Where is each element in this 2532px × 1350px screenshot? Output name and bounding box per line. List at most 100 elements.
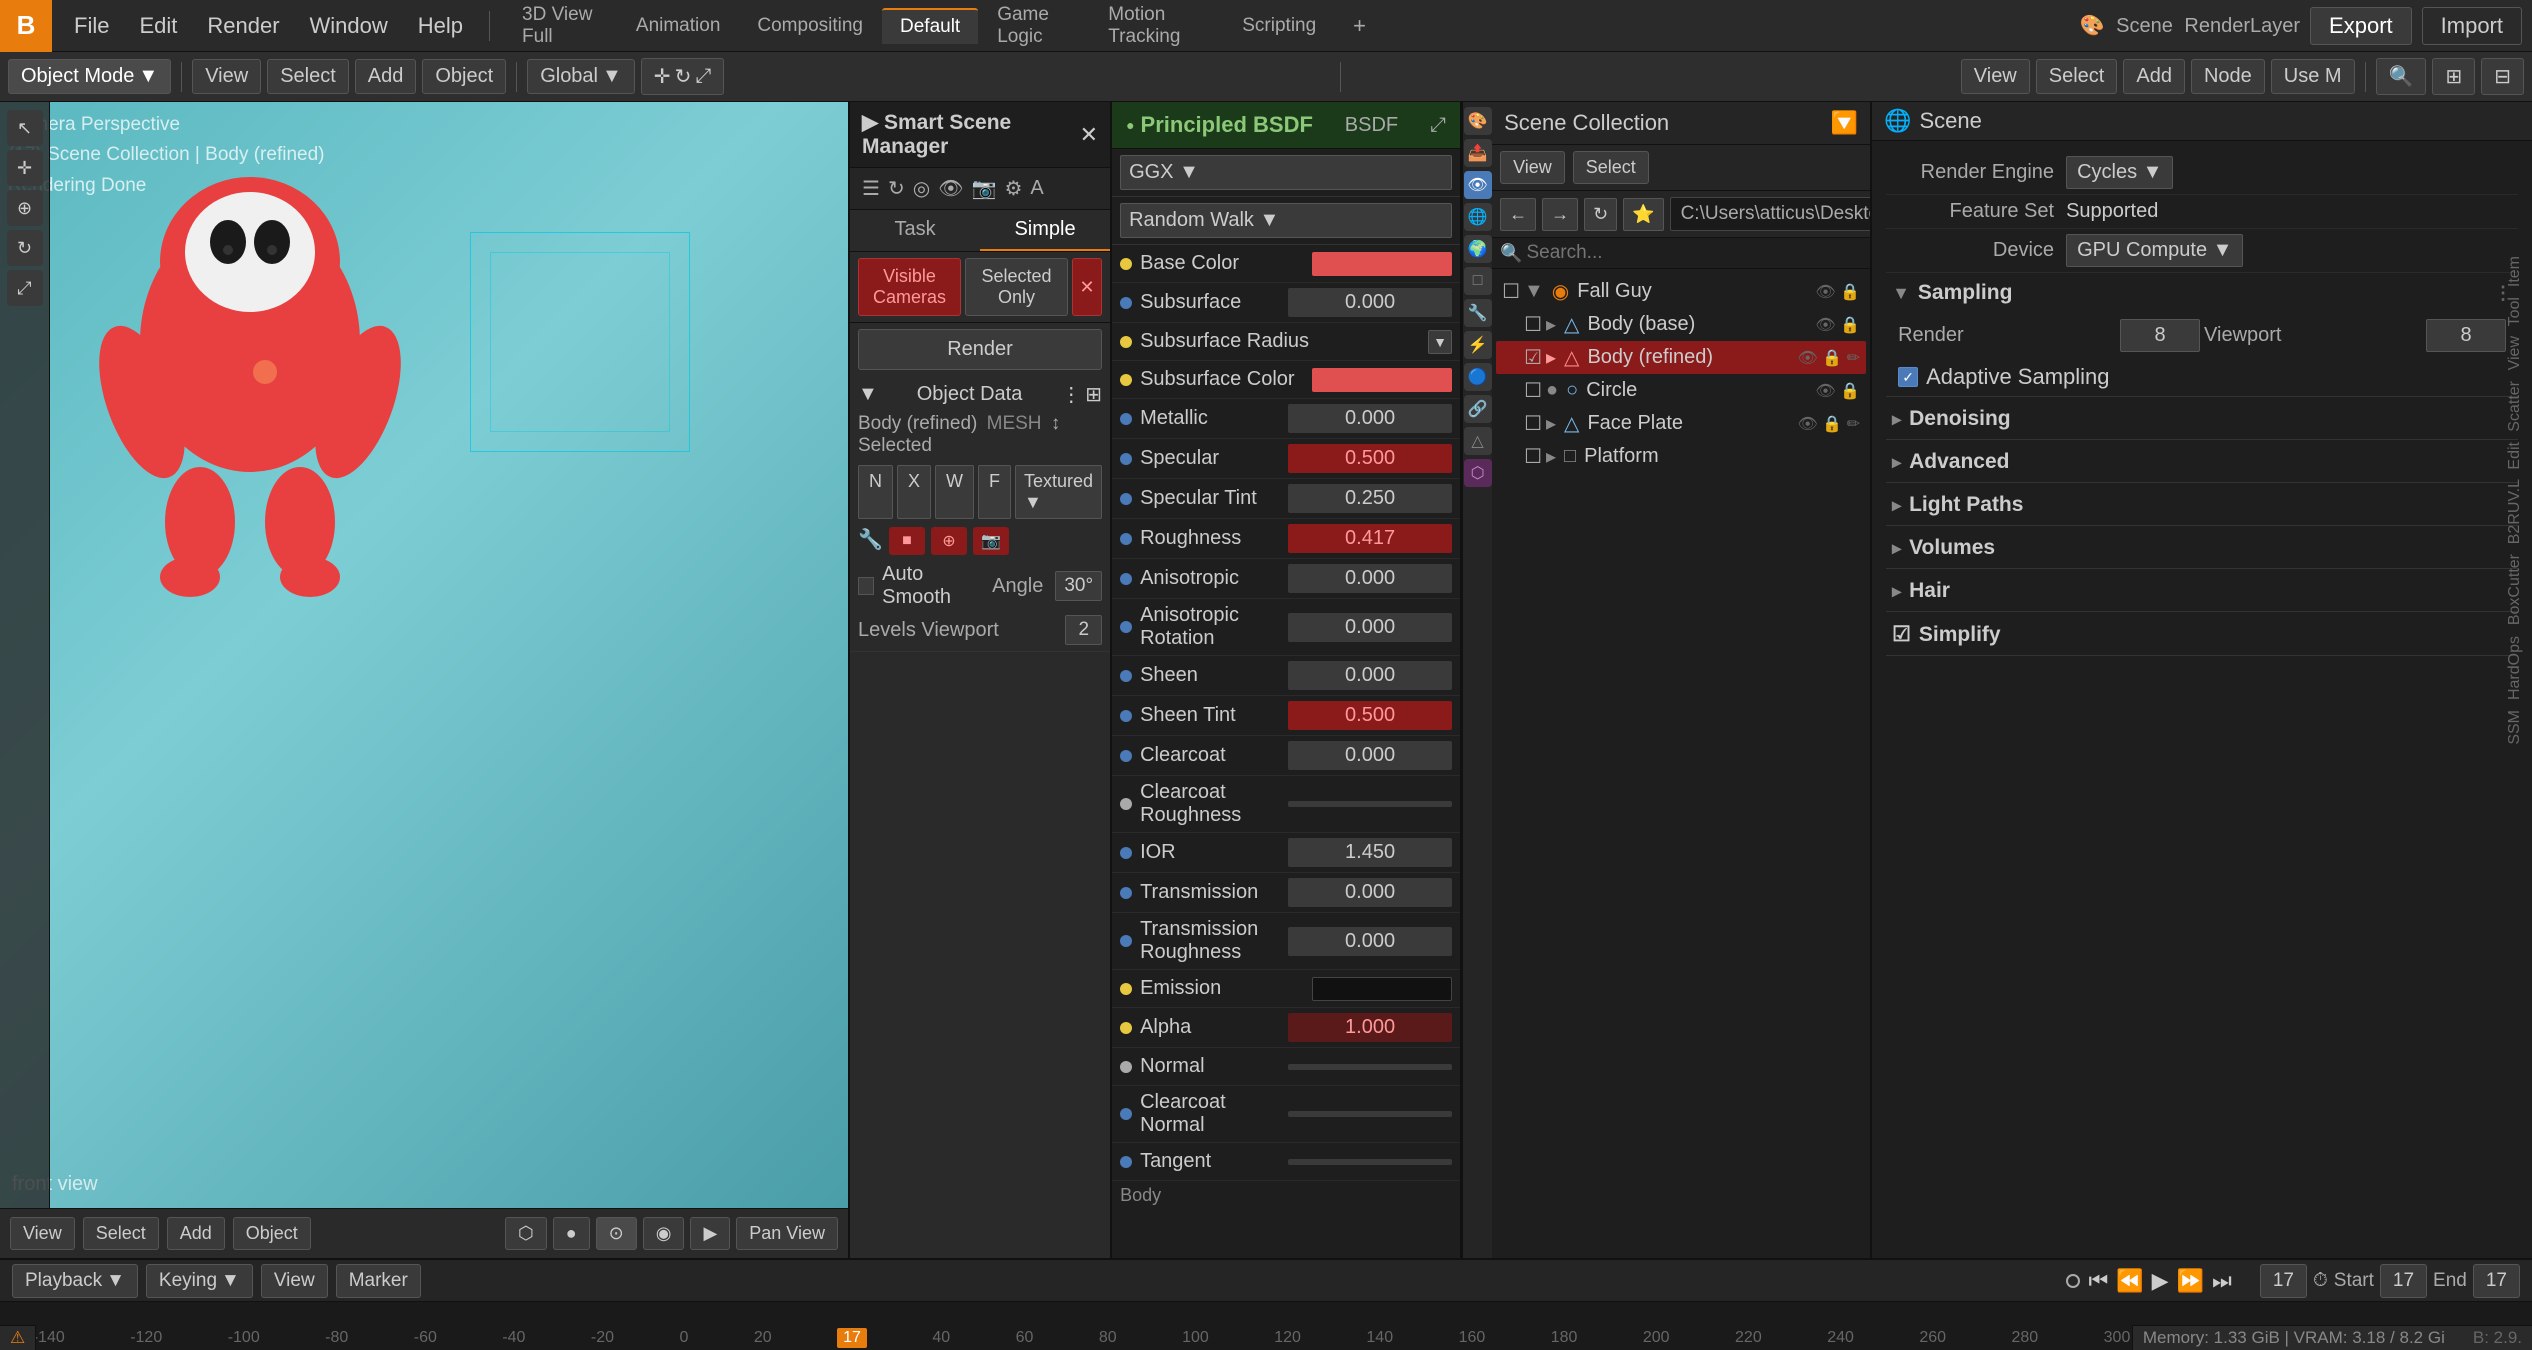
object-mode-btn[interactable]: Object Mode ▼: [8, 59, 171, 94]
topbar-render-icon[interactable]: 🎨: [2080, 15, 2105, 37]
tool-rotate[interactable]: ↻: [7, 230, 43, 266]
ssm-settings-icon[interactable]: ⚙: [1004, 176, 1022, 201]
view-btn[interactable]: View: [192, 59, 261, 94]
ws-scripting[interactable]: Scripting: [1224, 9, 1334, 43]
viewport-shading-render[interactable]: ◉: [643, 1217, 685, 1250]
lightpaths-header[interactable]: ▸ Light Paths: [1886, 485, 2518, 525]
prev-frame-btn[interactable]: ⏪: [2116, 1268, 2143, 1294]
keying-btn[interactable]: Keying ▼: [146, 1264, 253, 1298]
speculartint-value[interactable]: 0.250: [1288, 484, 1452, 513]
ws-plus[interactable]: +: [1335, 7, 1384, 45]
start-frame-field[interactable]: 17: [2380, 1264, 2427, 1298]
mesh-btn-n[interactable]: N: [858, 465, 893, 519]
viewport-render-btn[interactable]: ▶: [690, 1217, 730, 1250]
timeline-track[interactable]: -140 -120 -100 -80 -60 -40 -20 0 20 17 4…: [0, 1302, 2532, 1350]
mark-17-current[interactable]: 17: [837, 1328, 867, 1348]
levels-value[interactable]: 2: [1065, 615, 1102, 645]
nav-bookmark-btn[interactable]: ⭐: [1623, 198, 1663, 231]
viewport-add-menu[interactable]: Add: [167, 1217, 225, 1250]
auto-smooth-checkbox[interactable]: [858, 577, 874, 595]
obj-data-icon1[interactable]: ⋮: [1061, 382, 1081, 407]
hair-header[interactable]: ▸ Hair: [1886, 571, 2518, 611]
icon-action1[interactable]: ■: [889, 527, 925, 555]
status-left-icon[interactable]: ⚠: [10, 1328, 25, 1348]
denoising-header[interactable]: ▸ Denoising: [1886, 399, 2518, 439]
ssm-close-btn[interactable]: ✕: [1072, 258, 1102, 316]
distribution-select[interactable]: GGX ▼: [1120, 155, 1452, 190]
mesh-btn-x[interactable]: X: [897, 465, 931, 519]
nav-back-btn[interactable]: ←: [1500, 198, 1536, 231]
basecolor-swatch[interactable]: [1312, 252, 1452, 276]
select-btn[interactable]: Select: [267, 59, 349, 94]
tree-item-bodybase[interactable]: ☐ ▸ △ Body (base) 👁 🔒: [1496, 308, 1866, 341]
anisotropic-value[interactable]: 0.000: [1288, 564, 1452, 593]
obj-data-icon2[interactable]: ⊞: [1085, 382, 1102, 407]
menu-help[interactable]: Help: [404, 7, 477, 45]
playback-btn[interactable]: Playback ▼: [12, 1264, 138, 1298]
tool-select[interactable]: ↖: [7, 110, 43, 146]
viewport-select-menu[interactable]: Select: [83, 1217, 159, 1250]
viewport-shading-wire[interactable]: ⬡: [505, 1217, 547, 1250]
next-frame-btn[interactable]: ⏩: [2177, 1268, 2204, 1294]
object-btn[interactable]: Object: [422, 59, 506, 94]
side-icon-particles[interactable]: ⚡: [1464, 331, 1492, 359]
bsdf-expand-icon[interactable]: ⤢: [1430, 114, 1446, 137]
tree-item-circle[interactable]: ☐ ● ○ Circle 👁 🔒: [1496, 374, 1866, 407]
side-icon-output[interactable]: 📤: [1464, 139, 1492, 167]
view2-btn[interactable]: View: [1961, 59, 2030, 94]
subsurface-method-select[interactable]: Random Walk ▼: [1120, 203, 1452, 238]
alpha-value[interactable]: 1.000: [1288, 1013, 1452, 1042]
tool-move[interactable]: ⊕: [7, 190, 43, 226]
tool-cursor[interactable]: ✛: [7, 150, 43, 186]
side-icon-render[interactable]: 🎨: [1464, 107, 1492, 135]
mesh-btn-f[interactable]: F: [978, 465, 1011, 519]
ior-value[interactable]: 1.450: [1288, 838, 1452, 867]
sampling-header[interactable]: ▼ Sampling ⋮: [1886, 273, 2518, 313]
transform-icons[interactable]: ✛ ↻ ⤢: [641, 58, 725, 95]
specular-value[interactable]: 0.500: [1288, 444, 1452, 473]
menu-edit[interactable]: Edit: [125, 7, 191, 45]
icon-action3[interactable]: 📷: [973, 527, 1009, 555]
ws-compositing[interactable]: Compositing: [739, 9, 881, 43]
side-icon-material[interactable]: ⬡: [1464, 459, 1492, 487]
global-btn[interactable]: Global ▼: [527, 59, 635, 94]
transroughness-value[interactable]: 0.000: [1288, 927, 1452, 956]
scene-filter-icon[interactable]: 🔽: [1831, 110, 1858, 136]
sheen-value[interactable]: 0.000: [1288, 661, 1452, 690]
ssm-visible-cameras-btn[interactable]: Visible Cameras: [858, 258, 961, 316]
icon-action2[interactable]: ⊕: [931, 527, 967, 555]
record-btn[interactable]: [2066, 1274, 2080, 1288]
tangent-value[interactable]: [1288, 1159, 1452, 1165]
node-btn[interactable]: Node: [2191, 59, 2265, 94]
export-button[interactable]: Export: [2310, 7, 2412, 45]
ssradius-expand[interactable]: ▼: [1428, 330, 1452, 354]
use-btn[interactable]: Use M: [2271, 59, 2355, 94]
tree-item-faceplate[interactable]: ☐ ▸ △ Face Plate 👁 🔒 ✏: [1496, 407, 1866, 440]
menu-window[interactable]: Window: [296, 7, 402, 45]
search-btn[interactable]: 🔍: [2376, 58, 2427, 95]
tree-item-platform[interactable]: ☐ ▸ □ Platform: [1496, 440, 1866, 473]
scene-select-btn[interactable]: Select: [1573, 151, 1649, 184]
metallic-value[interactable]: 0.000: [1288, 404, 1452, 433]
nav-forward-btn[interactable]: →: [1542, 198, 1578, 231]
file-path-input[interactable]: [1670, 197, 1872, 231]
select2-btn[interactable]: Select: [2036, 59, 2118, 94]
end-frame-field[interactable]: 17: [2473, 1264, 2520, 1298]
scene-view-btn[interactable]: View: [1500, 151, 1565, 184]
nav-refresh-btn[interactable]: ↻: [1584, 198, 1617, 231]
ssm-menu-icon[interactable]: ☰: [862, 176, 880, 201]
side-icon-physics[interactable]: 🔵: [1464, 363, 1492, 391]
side-icon-constraints[interactable]: 🔗: [1464, 395, 1492, 423]
viewport-shading-solid[interactable]: ●: [553, 1217, 590, 1250]
advanced-header[interactable]: ▸ Advanced: [1886, 442, 2518, 482]
sscolor-swatch[interactable]: [1312, 368, 1452, 392]
ssm-camera-icon[interactable]: 📷: [972, 176, 997, 201]
side-icon-world[interactable]: 🌍: [1464, 235, 1492, 263]
side-icon-viewport[interactable]: 👁: [1464, 171, 1492, 199]
render-engine-select[interactable]: Cycles ▼: [2066, 156, 2173, 189]
simplify-checkbox[interactable]: ☑: [1892, 622, 1911, 647]
subsurface-value[interactable]: 0.000: [1288, 288, 1452, 317]
viewport-view-menu[interactable]: View: [10, 1217, 75, 1250]
ssm-selected-only-btn[interactable]: Selected Only: [965, 258, 1068, 316]
ssm-close-icon[interactable]: ✕: [1080, 122, 1098, 148]
